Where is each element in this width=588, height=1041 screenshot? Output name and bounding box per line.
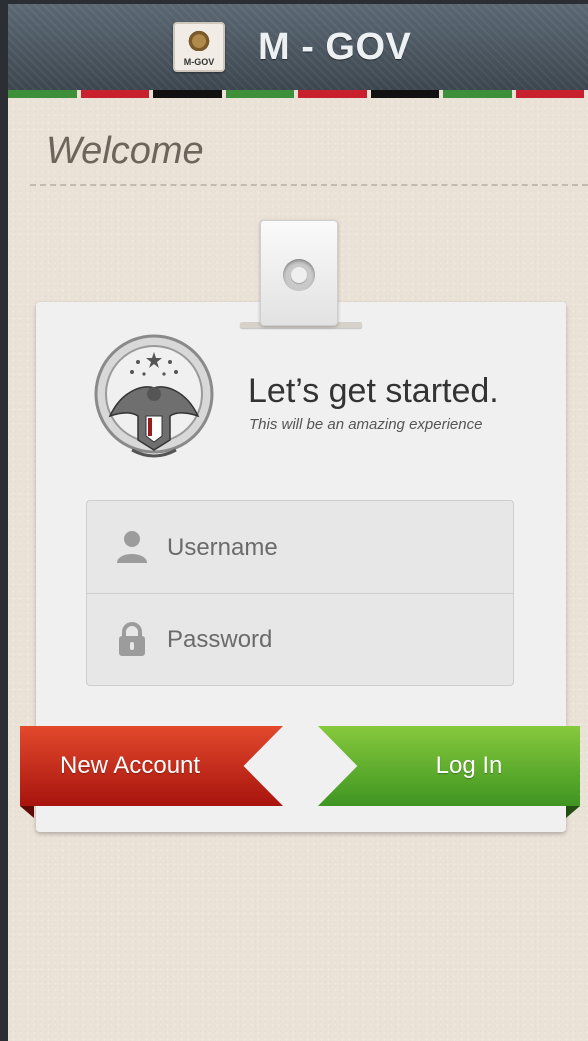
app-title: M - GOV <box>258 26 412 68</box>
card-tagline: This will be an amazing experience <box>249 416 483 433</box>
flag-stripe-segment <box>515 90 584 98</box>
top-bar: M-GOV M - GOV <box>8 4 588 90</box>
app-logo-icon: M-GOV <box>173 22 225 72</box>
ribbon-fold-left <box>20 806 34 818</box>
paper-clip <box>260 220 338 326</box>
flag-stripe <box>8 90 588 98</box>
app-logo-label: M-GOV <box>183 57 215 67</box>
username-input[interactable] <box>165 527 489 569</box>
new-account-button[interactable]: New Account <box>20 726 283 806</box>
welcome-heading: Welcome <box>46 130 204 172</box>
user-icon <box>117 531 147 563</box>
flag-stripe-segment <box>8 90 77 98</box>
flag-stripe-segment <box>225 90 294 98</box>
flag-stripe-segment <box>80 90 149 98</box>
username-row <box>87 501 513 594</box>
login-form <box>86 500 514 686</box>
logo-emblem-icon <box>187 29 211 51</box>
flag-stripe-segment <box>370 90 439 98</box>
falcon-emblem-icon <box>94 334 214 458</box>
lock-icon <box>119 622 145 656</box>
password-row <box>87 593 513 685</box>
password-input[interactable] <box>165 619 489 661</box>
card-headline: Let’s get started. <box>248 372 499 410</box>
flag-stripe-segment <box>153 90 222 98</box>
ribbon-fold-right <box>566 806 580 818</box>
app-screen: M-GOV M - GOV Welcome Let’s get started.… <box>8 4 588 1041</box>
dashed-divider <box>30 184 588 186</box>
flag-stripe-segment <box>443 90 512 98</box>
clip-eyelet-icon <box>283 259 315 291</box>
flag-stripe-segment <box>298 90 367 98</box>
